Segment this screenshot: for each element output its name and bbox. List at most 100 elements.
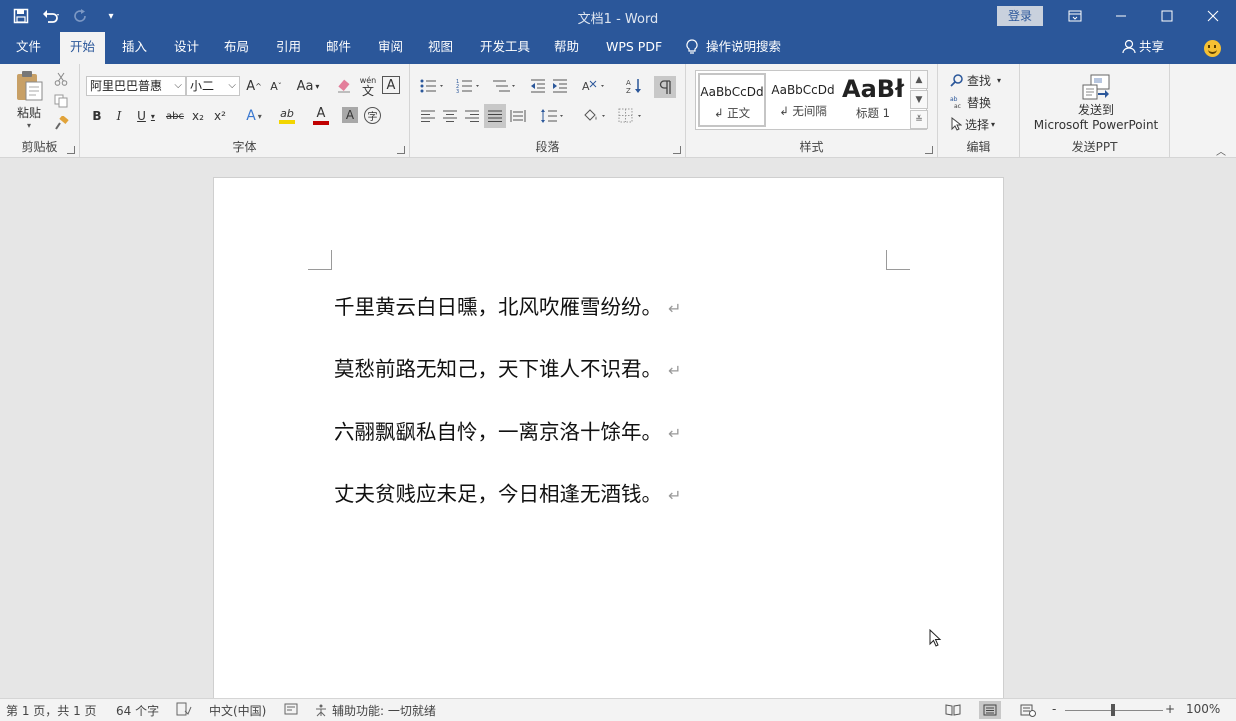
numbering-button[interactable]: 123	[454, 76, 484, 96]
clipboard-dialog-launcher[interactable]	[67, 146, 75, 154]
document-page[interactable]: 千里黄云白日曛，北风吹雁雪纷纷。 ↵ 莫愁前路无知己，天下谁人不识君。 ↵ 六翮飘飖…	[213, 177, 1004, 700]
change-case-button[interactable]: Aa ▾	[292, 76, 324, 96]
highlight-button[interactable]: ab	[272, 106, 302, 126]
language-indicator[interactable]: 中文(中国)	[209, 702, 266, 719]
customize-qat-button[interactable]: ▾	[98, 3, 124, 29]
chinese-layout-button[interactable]: A	[580, 76, 610, 96]
justify-button[interactable]	[484, 104, 506, 128]
font-size-combobox[interactable]: 小二 ⌵	[186, 76, 240, 96]
tab-insert[interactable]: 插入	[112, 32, 157, 64]
bold-button[interactable]: B	[88, 106, 106, 126]
print-layout-button[interactable]	[979, 701, 1001, 719]
accessibility-status[interactable]: 辅助功能: 一切就绪	[314, 702, 436, 719]
web-layout-button[interactable]	[1017, 701, 1039, 719]
redo-button[interactable]	[68, 3, 94, 29]
line-spacing-button[interactable]	[538, 106, 568, 126]
paste-button[interactable]: 粘贴 ▾	[8, 68, 50, 132]
shading-button[interactable]	[580, 106, 610, 126]
style-heading-1[interactable]: AaBł 标题 1	[840, 73, 906, 127]
style-normal[interactable]: AaBbCcDd ↲ 正文	[698, 73, 766, 127]
font-color-button[interactable]: A	[306, 106, 336, 126]
smiley-feedback-icon[interactable]	[1204, 40, 1221, 57]
tab-file[interactable]: 文件	[6, 32, 51, 64]
borders-button[interactable]	[616, 106, 646, 126]
align-left-button[interactable]	[418, 106, 438, 126]
italic-button[interactable]: I	[110, 106, 128, 126]
style-no-spacing-sample: AaBbCcDd	[771, 83, 835, 97]
sort-button[interactable]: AZ	[624, 76, 644, 96]
tell-me-search[interactable]: 操作说明搜索	[686, 32, 781, 64]
superscript-button[interactable]: x²	[210, 106, 230, 126]
styles-scroll-up-button[interactable]: ▲	[910, 70, 928, 89]
ribbon-display-icon	[1068, 10, 1082, 22]
tab-home[interactable]: 开始	[60, 32, 106, 65]
document-paragraph[interactable]: 莫愁前路无知己，天下谁人不识君。 ↵	[334, 352, 681, 382]
tab-developer[interactable]: 开发工具	[470, 32, 540, 64]
multilevel-list-button[interactable]	[490, 76, 520, 96]
proofing-icon[interactable]	[176, 702, 192, 719]
subscript-button[interactable]: x₂	[188, 106, 208, 126]
document-area[interactable]: 千里黄云白日曛，北风吹雁雪纷纷。 ↵ 莫愁前路无知己，天下谁人不识君。 ↵ 六翮飘飖…	[0, 159, 1236, 700]
increase-indent-button[interactable]	[550, 76, 570, 96]
send-to-powerpoint-button[interactable]: 发送到 Microsoft PowerPoint	[1028, 70, 1164, 136]
align-right-button[interactable]	[462, 106, 482, 126]
document-paragraph[interactable]: 丈夫贫贱应未足，今日相逢无酒钱。 ↵	[334, 477, 681, 507]
align-center-button[interactable]	[440, 106, 460, 126]
share-button[interactable]: 共享	[1122, 32, 1164, 64]
style-heading-1-label: 标题 1	[856, 106, 890, 120]
cut-button[interactable]	[51, 70, 71, 88]
page-count[interactable]: 第 1 页，共 1 页	[6, 702, 97, 719]
tab-help[interactable]: 帮助	[544, 32, 589, 64]
word-count[interactable]: 64 个字	[116, 702, 159, 719]
styles-scroll-down-button[interactable]: ▼	[910, 90, 928, 109]
strikethrough-button[interactable]: abc	[164, 106, 186, 126]
document-paragraph[interactable]: 千里黄云白日曛，北风吹雁雪纷纷。 ↵	[334, 290, 681, 320]
save-button[interactable]	[8, 3, 34, 29]
document-paragraph[interactable]: 六翮飘飖私自怜，一离京洛十馀年。 ↵	[334, 415, 681, 445]
style-no-spacing[interactable]: AaBbCcDd ↲ 无间隔	[768, 73, 838, 127]
font-name-combobox[interactable]: 阿里巴巴普惠 ⌵	[86, 76, 186, 96]
styles-more-button[interactable]: ≚	[910, 110, 928, 129]
tab-design[interactable]: 设计	[164, 32, 209, 64]
tab-references[interactable]: 引用	[266, 32, 311, 64]
show-formatting-marks-button[interactable]	[654, 76, 676, 98]
read-mode-button[interactable]	[942, 701, 964, 719]
replace-button[interactable]: ab ac 替换	[950, 92, 1016, 112]
login-button[interactable]: 登录	[997, 6, 1043, 26]
tab-review[interactable]: 审阅	[368, 32, 413, 64]
select-button[interactable]: 选择 ▾	[950, 114, 1016, 134]
font-dialog-launcher[interactable]	[397, 146, 405, 154]
distributed-button[interactable]	[508, 106, 528, 126]
undo-button[interactable]	[38, 3, 64, 29]
zoom-out-button[interactable]: -	[1052, 702, 1056, 716]
character-shading-button[interactable]: A	[342, 107, 358, 123]
tab-wps-pdf[interactable]: WPS PDF	[596, 32, 672, 64]
tab-layout[interactable]: 布局	[214, 32, 259, 64]
ribbon-display-options-button[interactable]	[1052, 0, 1098, 32]
close-button[interactable]	[1190, 0, 1236, 32]
phonetic-guide-button[interactable]: wén 文	[358, 74, 378, 98]
styles-dialog-launcher[interactable]	[925, 146, 933, 154]
format-painter-button[interactable]	[51, 114, 71, 132]
underline-button[interactable]: U ▾	[132, 106, 160, 126]
copy-button[interactable]	[51, 92, 71, 110]
zoom-slider-thumb[interactable]	[1111, 704, 1115, 716]
decrease-indent-button[interactable]	[528, 76, 548, 96]
bullets-button[interactable]	[418, 76, 448, 96]
grow-font-button[interactable]: A ^	[244, 76, 264, 96]
enclose-characters-button[interactable]: 字	[364, 107, 381, 124]
character-border-button[interactable]: A	[382, 76, 400, 94]
collapse-ribbon-button[interactable]: ︿	[1214, 144, 1228, 158]
zoom-in-button[interactable]: +	[1165, 702, 1175, 716]
paragraph-dialog-launcher[interactable]	[673, 146, 681, 154]
minimize-button[interactable]	[1098, 0, 1144, 32]
find-button[interactable]: 查找 ▾	[950, 70, 1016, 90]
zoom-level[interactable]: 100%	[1186, 702, 1220, 716]
tab-mailings[interactable]: 邮件	[316, 32, 361, 64]
maximize-button[interactable]	[1144, 0, 1190, 32]
shrink-font-button[interactable]: Aˇ	[266, 76, 286, 96]
tab-view[interactable]: 视图	[418, 32, 463, 64]
macro-recording-icon[interactable]	[284, 702, 298, 719]
text-effects-button[interactable]: A ▾	[240, 106, 268, 126]
clear-formatting-button[interactable]	[334, 76, 354, 96]
